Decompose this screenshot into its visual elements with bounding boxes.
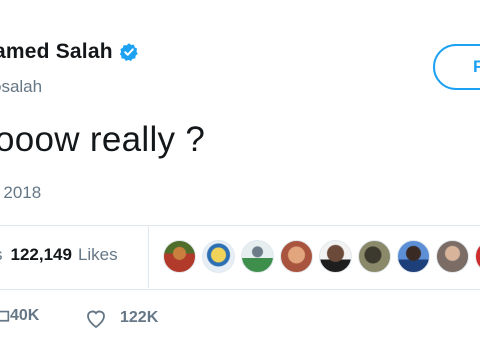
likes-label: Likes (77, 245, 118, 264)
tweet-timestamp[interactable]: r 2018 (0, 183, 41, 203)
retweet-button[interactable]: 40K (10, 307, 39, 325)
follow-button-label: F (473, 57, 480, 76)
liker-avatar[interactable] (475, 240, 480, 273)
liker-avatar[interactable] (241, 240, 274, 273)
likes-stat[interactable]: s 122,149 Likes (0, 245, 118, 265)
profile-name-row[interactable]: amed Salah (0, 40, 139, 64)
liker-avatars (163, 240, 480, 273)
like-count: 122K (120, 309, 159, 326)
stats-separator (148, 226, 149, 288)
tweet-page: amed Salah osalah F ooow really ? r 2018… (0, 0, 480, 360)
retweet-count: 40K (10, 307, 40, 324)
liker-avatar[interactable] (319, 240, 352, 273)
follow-button[interactable]: F (433, 44, 480, 90)
like-button[interactable]: 122K (84, 307, 158, 329)
tweet-actions: 40K 122K (0, 307, 480, 337)
liker-avatar[interactable] (397, 240, 430, 273)
profile-name[interactable]: amed Salah (0, 40, 113, 64)
likes-prefix: s (0, 245, 3, 264)
tweet-text: ooow really ? (0, 120, 206, 159)
verified-badge-icon (119, 42, 139, 62)
like-icon (84, 307, 108, 329)
liker-avatar[interactable] (436, 240, 469, 273)
liker-avatar[interactable] (163, 240, 196, 273)
divider-top (0, 225, 480, 226)
liker-avatar[interactable] (202, 240, 235, 273)
liker-avatar[interactable] (358, 240, 391, 273)
divider-bottom (0, 289, 480, 290)
liker-avatar[interactable] (280, 240, 313, 273)
likes-count: 122,149 (10, 245, 72, 264)
profile-handle[interactable]: osalah (0, 77, 42, 97)
